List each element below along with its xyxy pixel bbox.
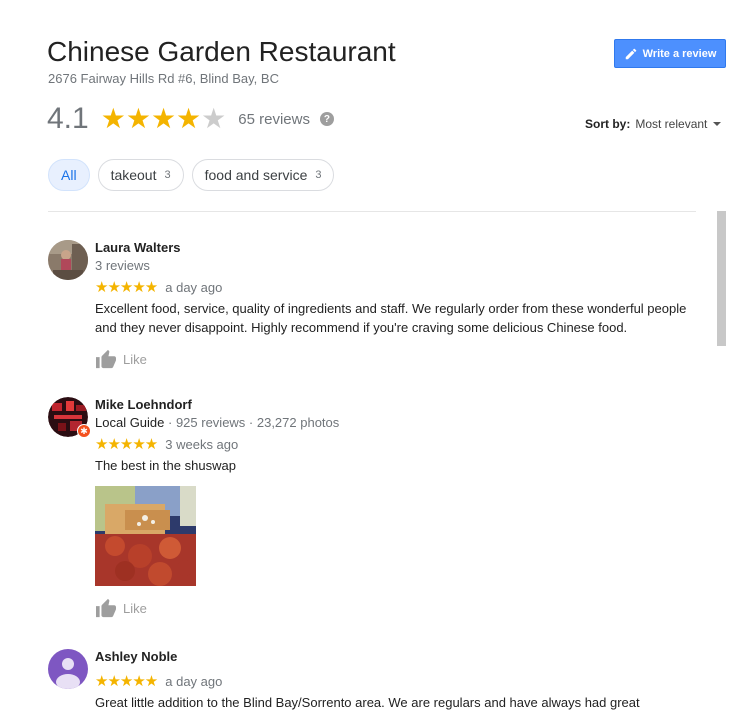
like-button[interactable]: Like <box>95 349 155 369</box>
write-review-button[interactable]: Write a review <box>614 39 726 68</box>
rating-stars: ★★★★★ <box>101 105 227 133</box>
write-review-label: Write a review <box>642 47 717 60</box>
thumbs-up-icon <box>96 349 116 369</box>
review-stars: ★★★★★ <box>95 672 158 690</box>
like-label: Like <box>123 351 147 367</box>
review-text: The best in the shuswap <box>95 458 236 473</box>
reviewer-name[interactable]: Ashley Noble <box>95 649 695 665</box>
filter-chip-label: All <box>61 167 77 183</box>
review-time: 3 weeks ago <box>165 436 239 452</box>
review-stars: ★★★★★ <box>95 278 158 296</box>
pencil-icon <box>625 48 636 59</box>
filter-chip-food-and-service[interactable]: food and service 3 <box>191 159 335 191</box>
rating-summary: 4.1 ★★★★★ 65 reviews ? <box>47 101 334 137</box>
local-guide-label: Local Guide <box>95 415 165 430</box>
avatar[interactable]: ✱ <box>48 397 91 438</box>
place-address: 2676 Fairway Hills Rd #6, Blind Bay, BC <box>48 71 279 86</box>
star-icon: ★ <box>150 103 177 134</box>
like-label: Like <box>123 600 147 616</box>
reviewer-meta: Local Guide · 925 reviews · 23,272 photo… <box>95 415 695 431</box>
reviewer-stats: · 925 reviews · 23,272 photos <box>164 415 340 430</box>
filter-chip-label: takeout <box>110 167 157 183</box>
average-rating: 4.1 <box>47 102 89 135</box>
avatar[interactable] <box>48 240 88 280</box>
review-time: a day ago <box>165 673 223 689</box>
star-icon: ★ <box>125 103 151 134</box>
filter-chip-takeout[interactable]: takeout 3 <box>97 159 184 191</box>
avatar[interactable] <box>48 649 88 689</box>
like-button[interactable]: Like <box>95 598 155 618</box>
reviewer-meta: 3 reviews <box>95 258 150 273</box>
chevron-down-icon <box>713 122 722 126</box>
filter-chips: All takeout 3 food and service 3 <box>48 159 335 191</box>
divider <box>48 211 696 212</box>
filter-chip-count: 3 <box>164 169 171 181</box>
sort-dropdown[interactable]: Sort by: Most relevant <box>585 117 722 131</box>
scrollbar-thumb[interactable] <box>717 211 726 346</box>
filter-chip-all[interactable]: All <box>48 159 90 191</box>
star-icon: ★ <box>100 103 126 134</box>
local-guide-badge-icon: ✱ <box>77 424 91 438</box>
review-photo[interactable] <box>95 486 196 586</box>
person-icon <box>48 649 88 689</box>
sort-label: Sort by: <box>585 117 631 131</box>
review-text: Great little addition to the Blind Bay/S… <box>95 695 640 710</box>
help-icon[interactable]: ? <box>319 112 334 126</box>
review-text: Excellent food, service, quality of ingr… <box>95 301 687 335</box>
reviewer-name[interactable]: Mike Loehndorf <box>95 397 695 413</box>
review-time: a day ago <box>165 279 223 295</box>
filter-chip-count: 3 <box>315 169 322 181</box>
place-title: Chinese Garden Restaurant <box>47 36 396 67</box>
review-stars: ★★★★★ <box>95 435 158 453</box>
sort-value: Most relevant <box>635 117 708 131</box>
review-count: 65 reviews <box>238 110 310 128</box>
star-icon: ★ <box>176 103 202 134</box>
star-empty-icon: ★ <box>201 103 227 134</box>
thumbs-up-icon <box>96 598 116 618</box>
reviewer-name[interactable]: Laura Walters <box>95 240 695 256</box>
filter-chip-label: food and service <box>204 167 308 183</box>
